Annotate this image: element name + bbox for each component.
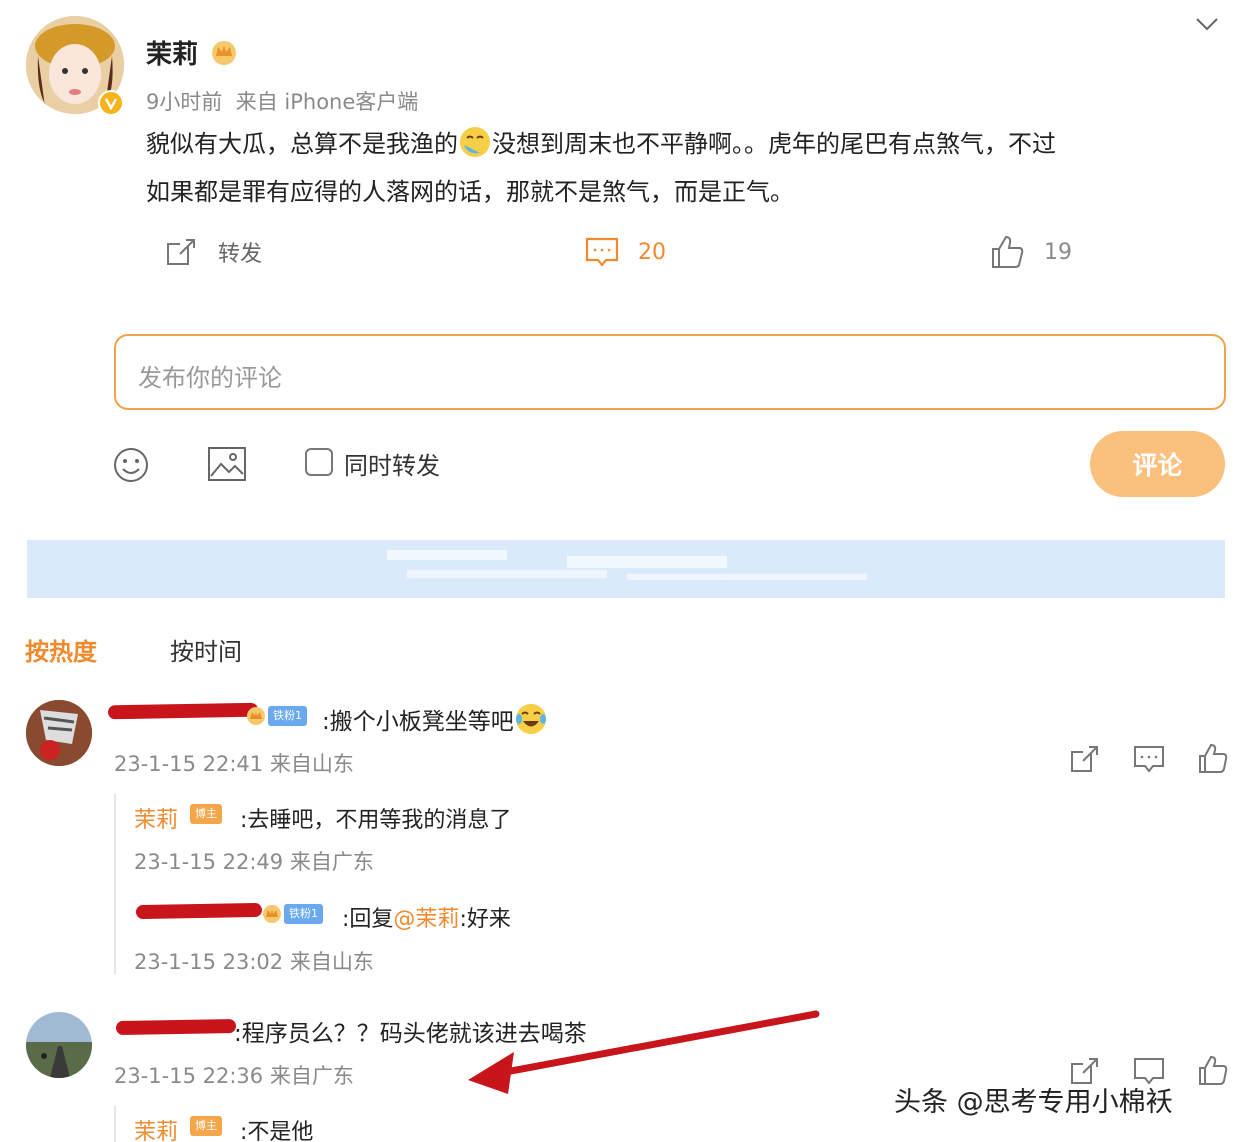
fan-crown-icon (246, 706, 266, 726)
reply-thread-line (114, 1106, 116, 1142)
thumbs-up-icon (990, 234, 1024, 270)
tab-sort-hot[interactable]: 按热度 (25, 632, 97, 667)
annotation-arrow (460, 1006, 824, 1102)
post-meta: 9小时前 来自 iPhone客户端 (146, 90, 419, 114)
reply-text-suffix: :好来 (459, 907, 511, 932)
crying-laughing-emoji-icon (458, 125, 492, 159)
redacted-username (107, 702, 259, 720)
comment-input[interactable]: 发布你的评论 (114, 334, 1226, 410)
reply-author-name[interactable]: 茉莉 (134, 1114, 178, 1142)
fan-crown-icon (262, 904, 282, 924)
mention-link[interactable]: @茉莉 (393, 907, 459, 932)
post-text-line1: 貌似有大瓜，总算不是我渔的 没想到周末也不平静啊。。虎年的尾巴有点煞气，不过 (146, 124, 1056, 159)
fan-badge-label: 铁粉1 (268, 706, 307, 726)
repost-icon (164, 234, 200, 270)
comment-icon (584, 234, 620, 270)
submit-comment-button[interactable]: 评论 (1090, 431, 1225, 497)
fan-badge-label: 铁粉1 (284, 904, 323, 924)
image-icon[interactable] (207, 446, 247, 482)
repost-button[interactable]: 转发 (164, 234, 262, 270)
post-text-part2: 没想到周末也不平静啊。。虎年的尾巴有点煞气，不过 (492, 130, 1056, 158)
collapse-chevron-icon[interactable] (1194, 14, 1220, 34)
laughing-emoji-icon (514, 702, 548, 736)
watermark: 头条 @思考专用小棉袄 (894, 1087, 1173, 1118)
comment-input-placeholder: 发布你的评论 (138, 364, 282, 392)
reply-text-prefix: :回复 (342, 907, 394, 932)
repost-label: 转发 (218, 242, 263, 267)
author-name[interactable]: 茉莉 (146, 34, 198, 71)
comment-count: 20 (638, 239, 666, 265)
reply-meta: 23-1-15 22:49 来自广东 (134, 850, 374, 874)
author-badge: 博主 (190, 804, 222, 824)
reply-author-name[interactable]: 茉莉 (134, 802, 178, 834)
comment-text: :搬个小板凳坐等吧 (322, 702, 548, 736)
reply-meta: 23-1-15 23:02 来自山东 (134, 950, 374, 974)
comment-like-icon[interactable] (1198, 742, 1228, 774)
author-badge: 博主 (190, 1116, 222, 1136)
fan-badge: 铁粉1 (246, 706, 307, 726)
also-repost-label: 同时转发 (344, 452, 440, 480)
like-button[interactable]: 19 (990, 234, 1072, 270)
post-text-part1: 貌似有大瓜，总算不是我渔的 (146, 130, 458, 158)
tab-sort-time[interactable]: 按时间 (170, 632, 242, 667)
comment-like-icon[interactable] (1198, 1054, 1228, 1086)
crown-icon (210, 38, 238, 66)
fan-badge: 铁粉1 (262, 904, 323, 924)
reply-text: :不是他 (240, 1120, 314, 1142)
like-count: 19 (1044, 239, 1072, 265)
redacted-username (135, 902, 263, 920)
submit-comment-label: 评论 (1132, 451, 1183, 480)
also-repost-checkbox[interactable] (305, 448, 333, 476)
commenter-avatar[interactable] (26, 1012, 92, 1078)
post-text-line2: 如果都是罪有应得的人落网的话，那就不是煞气，而是正气。 (146, 178, 794, 206)
reply-text: :回复@茉莉:好来 (342, 901, 511, 933)
comment-meta: 23-1-15 22:41 来自山东 (114, 752, 354, 776)
redacted-username (115, 1018, 237, 1036)
reply-text: :去睡吧，不用等我的消息了 (240, 808, 512, 833)
comment-reply-icon[interactable] (1132, 742, 1166, 776)
comment-repost-icon[interactable] (1068, 742, 1102, 776)
emoji-icon[interactable] (112, 446, 150, 484)
ad-banner[interactable] (27, 540, 1225, 598)
reply-thread-line (114, 794, 116, 974)
comment-text-body: :搬个小板凳坐等吧 (322, 709, 514, 735)
comment-meta: 23-1-15 22:36 来自广东 (114, 1064, 354, 1088)
comment-button[interactable]: 20 (584, 234, 666, 270)
verified-badge-icon (98, 90, 124, 116)
commenter-avatar[interactable] (26, 700, 92, 766)
